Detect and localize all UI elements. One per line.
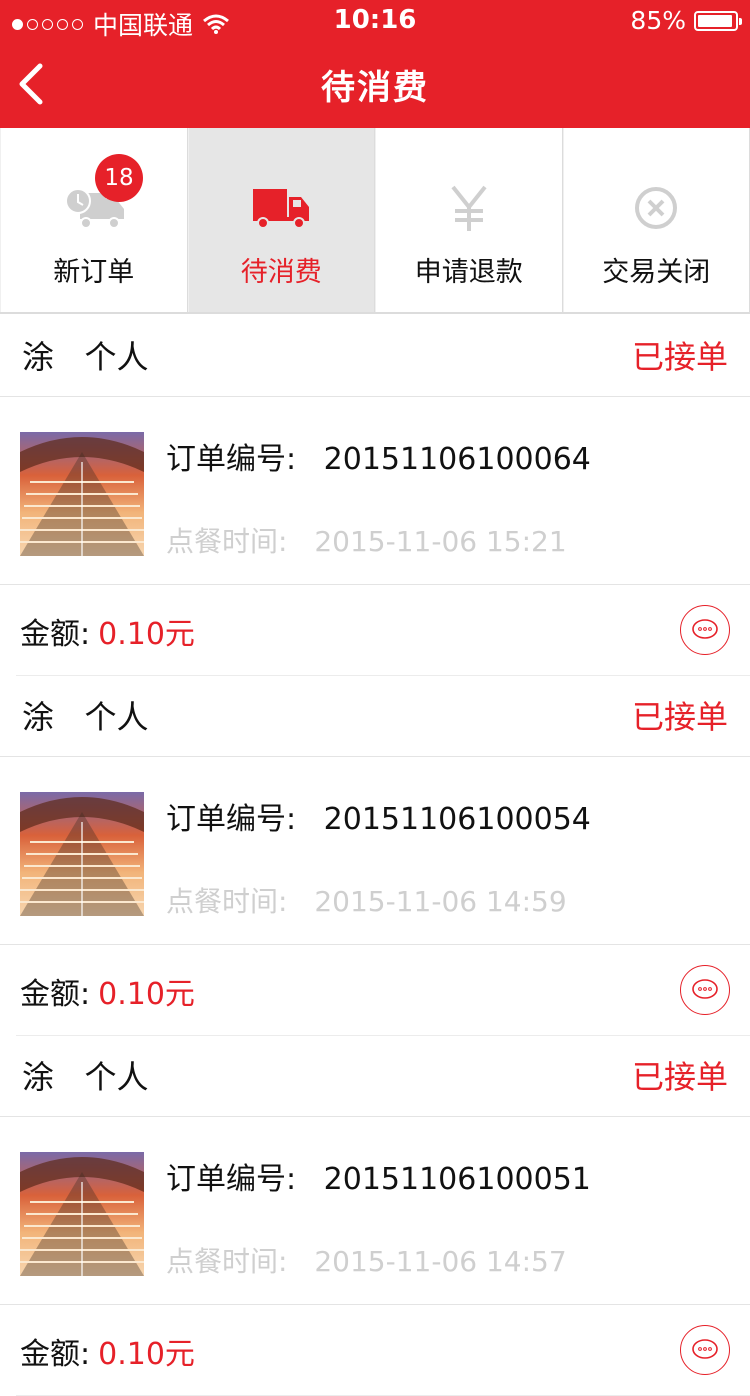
amount-label: 金额:: [20, 1337, 90, 1372]
order-card[interactable]: 涂 个人 已接单: [0, 1036, 750, 1396]
tab-label: 交易关闭: [564, 250, 750, 289]
order-number-label: 订单编号:: [166, 1162, 296, 1197]
amount-label: 金额:: [20, 977, 90, 1012]
amount-label: 金额:: [20, 617, 90, 652]
tab-label: 新订单: [1, 250, 187, 289]
battery-percent: 85%: [630, 6, 686, 35]
order-number-value: 20151106100051: [324, 1162, 591, 1197]
customer-name: 涂 个人: [22, 332, 149, 378]
order-number-label: 订单编号:: [166, 442, 296, 477]
order-footer: 金额:0.10元: [16, 945, 750, 1036]
order-status: 已接单: [632, 1052, 728, 1098]
tab-new-orders[interactable]: 18 新订单: [0, 128, 188, 312]
order-number: 订单编号: 20151106100054: [166, 794, 591, 838]
order-status: 已接单: [632, 332, 728, 378]
nav-bar: 待消费: [0, 40, 750, 128]
order-header: 涂 个人 已接单: [0, 316, 750, 397]
order-amount: 金额:0.10元: [20, 609, 195, 653]
message-button[interactable]: [680, 605, 730, 655]
chat-bubble-icon: [690, 1337, 720, 1363]
order-number-label: 订单编号:: [166, 802, 296, 837]
order-footer: 金额:0.10元: [16, 585, 750, 676]
order-body: 订单编号: 20151106100064 点餐时间: 2015-11-06 15…: [0, 396, 750, 585]
new-order-count-badge: 18: [95, 154, 143, 202]
order-status: 已接单: [632, 692, 728, 738]
order-time-label: 点餐时间:: [166, 885, 287, 918]
order-card[interactable]: 涂 个人 已接单: [0, 676, 750, 1036]
customer-name: 涂 个人: [22, 1052, 149, 1098]
order-amount: 金额:0.10元: [20, 1329, 195, 1373]
order-time: 点餐时间: 2015-11-06 15:21: [166, 520, 567, 560]
tab-pending-consumption[interactable]: 待消费: [188, 128, 376, 312]
tab-refund-requests[interactable]: 申请退款: [375, 128, 563, 312]
tab-closed-transactions[interactable]: 交易关闭: [563, 128, 750, 312]
order-card[interactable]: 涂 个人 已接单: [0, 316, 750, 676]
page-title: 待消费: [0, 60, 750, 109]
order-time-label: 点餐时间:: [166, 1245, 287, 1278]
order-footer: 金额:0.10元: [16, 1305, 750, 1396]
order-body: 订单编号: 20151106100054 点餐时间: 2015-11-06 14…: [0, 756, 750, 945]
order-time-value: 2015-11-06 14:57: [314, 1245, 566, 1278]
status-bar: 中国联通 10:16 85%: [0, 0, 750, 40]
product-thumbnail: [20, 792, 144, 916]
amount-value: 0.10元: [98, 977, 195, 1012]
order-header: 涂 个人 已接单: [0, 676, 750, 757]
product-thumbnail: [20, 432, 144, 556]
order-number-value: 20151106100054: [324, 802, 591, 837]
close-circle-icon: [624, 180, 688, 236]
yen-icon: [437, 180, 501, 236]
order-time-value: 2015-11-06 15:21: [314, 525, 566, 558]
order-time: 点餐时间: 2015-11-06 14:57: [166, 1240, 567, 1280]
tab-label: 待消费: [189, 250, 375, 289]
order-header: 涂 个人 已接单: [0, 1036, 750, 1117]
message-button[interactable]: [680, 1325, 730, 1375]
customer-name: 涂 个人: [22, 692, 149, 738]
order-time-value: 2015-11-06 14:59: [314, 885, 566, 918]
chat-bubble-icon: [690, 617, 720, 643]
order-time: 点餐时间: 2015-11-06 14:59: [166, 880, 567, 920]
amount-value: 0.10元: [98, 1337, 195, 1372]
battery-icon: [694, 11, 738, 31]
tab-label: 申请退款: [376, 250, 562, 289]
product-thumbnail: [20, 1152, 144, 1276]
order-list: 涂 个人 已接单: [0, 316, 750, 1396]
battery-area: 85%: [630, 6, 738, 35]
chat-bubble-icon: [690, 977, 720, 1003]
order-body: 订单编号: 20151106100051 点餐时间: 2015-11-06 14…: [0, 1116, 750, 1305]
order-number-value: 20151106100064: [324, 442, 591, 477]
order-time-label: 点餐时间:: [166, 525, 287, 558]
truck-icon: [249, 180, 313, 236]
order-amount: 金额:0.10元: [20, 969, 195, 1013]
order-number: 订单编号: 20151106100064: [166, 434, 591, 478]
message-button[interactable]: [680, 965, 730, 1015]
order-number: 订单编号: 20151106100051: [166, 1154, 591, 1198]
order-status-tabs: 18 新订单 待消费 申请退款: [0, 128, 750, 314]
amount-value: 0.10元: [98, 617, 195, 652]
